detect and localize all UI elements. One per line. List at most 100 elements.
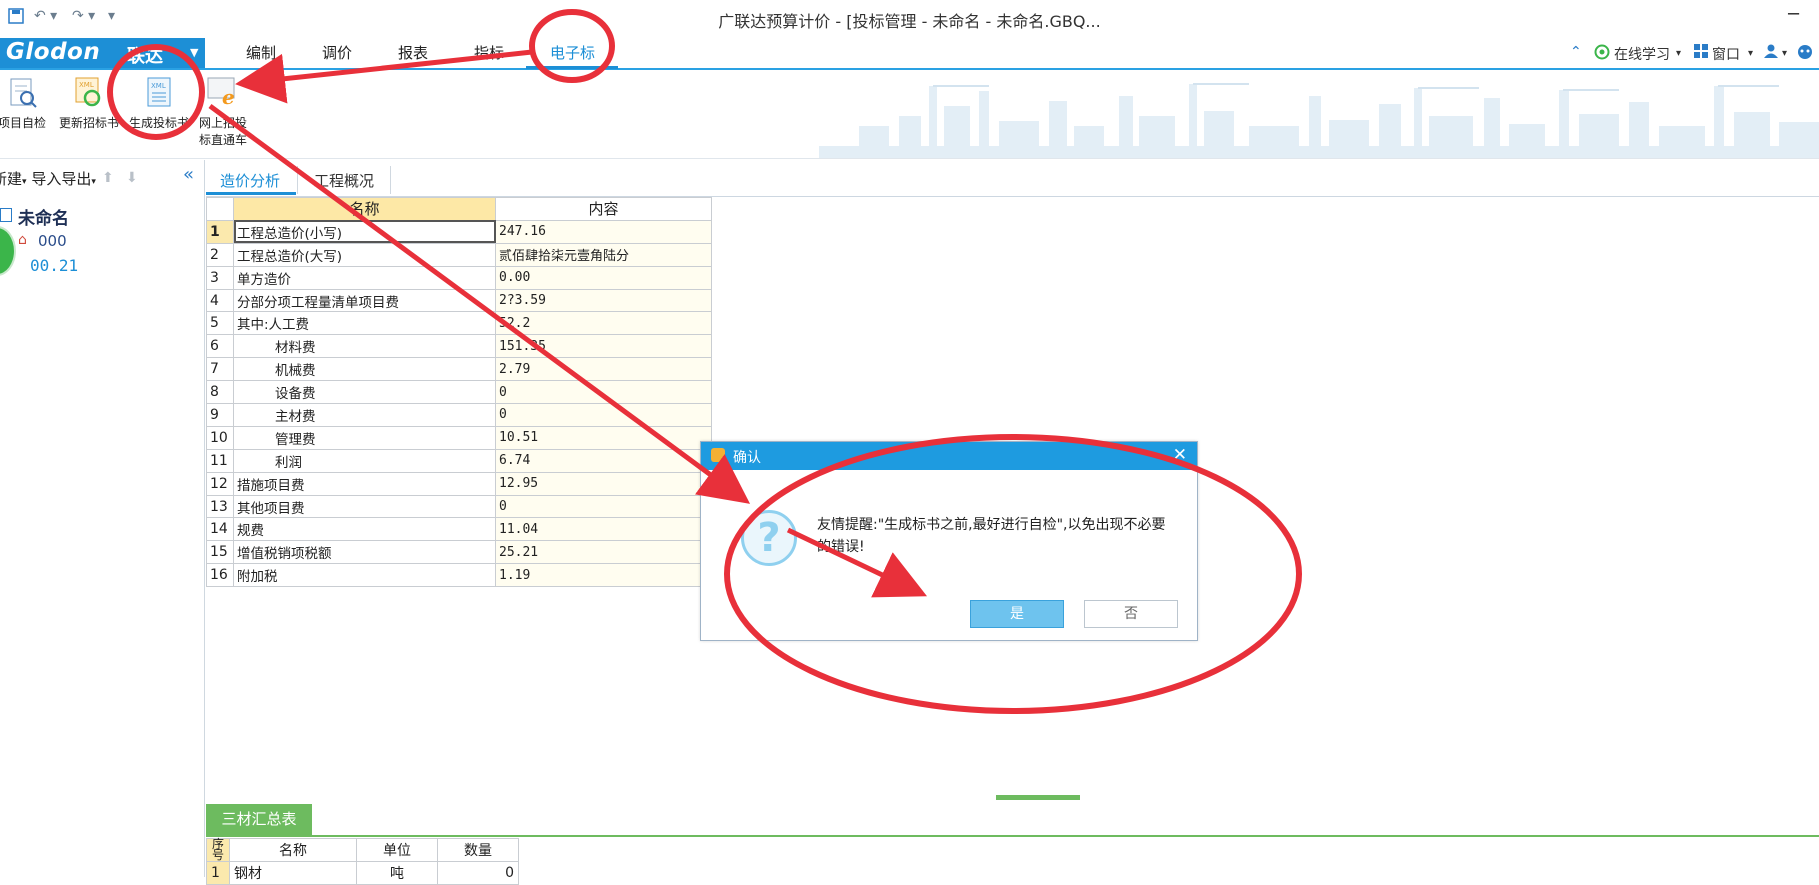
window-dropdown-icon[interactable]: ▾ bbox=[1748, 48, 1753, 59]
cell-content[interactable]: 25.21 bbox=[495, 540, 712, 565]
table-row[interactable]: 14 规费 11.04 bbox=[206, 517, 712, 542]
tree-child-node[interactable]: 000 bbox=[38, 232, 67, 250]
yes-button[interactable]: 是 bbox=[970, 600, 1064, 628]
cell-name[interactable]: 机械费 bbox=[233, 357, 496, 382]
window-menu-button[interactable]: 窗口 bbox=[1712, 44, 1740, 64]
cell-name[interactable]: 材料费 bbox=[233, 334, 496, 359]
table-row[interactable]: 1 钢材 吨 0 bbox=[206, 861, 519, 885]
generate-bid-button[interactable]: XML 生成投标书 bbox=[126, 76, 192, 131]
cell-unit[interactable]: 吨 bbox=[356, 861, 438, 885]
move-up-icon[interactable]: ⬆ bbox=[102, 170, 114, 186]
cell-name[interactable]: 附加税 bbox=[233, 563, 496, 588]
close-icon[interactable]: ✕ bbox=[1173, 445, 1187, 465]
cell-content[interactable]: 12.95 bbox=[495, 471, 712, 496]
import-export-button[interactable]: 导入导出 bbox=[31, 170, 91, 188]
table-row[interactable]: 3 单方造价 0.00 bbox=[206, 265, 712, 290]
cell-content[interactable]: 1.19 bbox=[495, 563, 712, 588]
table-row[interactable]: 6 材料费 151.35 bbox=[206, 334, 712, 359]
move-down-icon[interactable]: ⬇ bbox=[126, 170, 138, 186]
table-row[interactable]: 8 设备费 0 bbox=[206, 380, 712, 405]
cell-name[interactable]: 单方造价 bbox=[233, 265, 496, 290]
cell-content[interactable]: 0 bbox=[495, 380, 712, 405]
column-header-name[interactable]: 名称 bbox=[229, 838, 357, 862]
dialog-title-bar[interactable]: 确认 ✕ bbox=[701, 442, 1197, 470]
column-header-qty[interactable]: 数量 bbox=[437, 838, 519, 862]
cell-content[interactable]: 贰佰肆拾柒元壹角陆分 bbox=[495, 242, 712, 267]
tab-project-overview[interactable]: 工程概况 bbox=[314, 170, 374, 191]
cell-name-text: 增值税销项税额 bbox=[237, 546, 332, 563]
ribbon-label: 生成投标书 bbox=[128, 116, 189, 130]
panel-splitter[interactable] bbox=[996, 795, 1080, 800]
svg-text:e: e bbox=[222, 85, 235, 109]
table-row[interactable]: 5 其中:人工费 52.2 bbox=[206, 311, 712, 336]
cell-content[interactable]: 151.35 bbox=[495, 334, 712, 359]
update-tender-button[interactable]: XML 更新招标书 bbox=[56, 76, 122, 131]
table-row[interactable]: 13 其他项目费 0 bbox=[206, 494, 712, 519]
cell-content[interactable]: 6.74 bbox=[495, 448, 712, 473]
cell-name[interactable]: 工程总造价(大写) bbox=[233, 242, 496, 267]
menu-edit[interactable]: 编制 bbox=[246, 42, 276, 63]
table-row[interactable]: 11 利润 6.74 bbox=[206, 448, 712, 473]
tab-cost-analysis[interactable]: 造价分析 bbox=[220, 170, 280, 191]
table-row[interactable]: 1 工程总造价(小写) 247.16 bbox=[206, 219, 712, 244]
table-row[interactable]: 7 机械费 2.79 bbox=[206, 357, 712, 382]
minimize-button[interactable]: ─ bbox=[1788, 4, 1799, 25]
cell-content[interactable]: 11.04 bbox=[495, 517, 712, 542]
assistant-icon[interactable] bbox=[1796, 44, 1814, 64]
cell-name[interactable]: 钢材 bbox=[229, 861, 357, 885]
cell-content[interactable]: 0.00 bbox=[495, 265, 712, 290]
cell-content[interactable]: 2?3.59 bbox=[495, 288, 712, 313]
cell-name[interactable]: 管理费 bbox=[233, 425, 496, 450]
user-dropdown-icon[interactable]: ▾ bbox=[1782, 48, 1787, 59]
cell-name[interactable]: 工程总造价(小写) bbox=[233, 219, 496, 244]
tree-root-node[interactable]: 未命名 bbox=[18, 204, 69, 229]
row-number: 13 bbox=[206, 494, 234, 519]
table-row[interactable]: 16 附加税 1.19 bbox=[206, 563, 712, 588]
new-dropdown-icon[interactable]: ▾ bbox=[22, 177, 27, 187]
menu-indicators[interactable]: 指标 bbox=[474, 42, 504, 63]
cell-content[interactable]: 52.2 bbox=[495, 311, 712, 336]
menu-electronic-bid[interactable]: 电子标 bbox=[550, 42, 595, 63]
cell-content[interactable]: 0 bbox=[495, 403, 712, 427]
cell-content[interactable]: 247.16 bbox=[495, 219, 712, 244]
online-learning-dropdown-icon[interactable]: ▾ bbox=[1676, 48, 1681, 59]
column-header-seq[interactable]: 序号 bbox=[206, 838, 230, 862]
cell-name[interactable]: 其他项目费 bbox=[233, 494, 496, 519]
new-button[interactable]: 新建 bbox=[0, 170, 22, 188]
cell-name[interactable]: 规费 bbox=[233, 517, 496, 542]
cell-qty[interactable]: 0 bbox=[437, 861, 519, 885]
table-row[interactable]: 2 工程总造价(大写) 贰佰肆拾柒元壹角陆分 bbox=[206, 242, 712, 267]
cell-content[interactable]: 0 bbox=[495, 494, 712, 519]
column-header-content[interactable]: 内容 bbox=[495, 197, 712, 221]
cell-name[interactable]: 增值税销项税额 bbox=[233, 540, 496, 565]
collapse-panel-icon[interactable]: « bbox=[183, 164, 194, 185]
cell-name[interactable]: 措施项目费 bbox=[233, 471, 496, 496]
menu-reports[interactable]: 报表 bbox=[398, 42, 428, 63]
tree-toolbar: 新建▾ 导入导出▾ bbox=[0, 168, 96, 189]
import-export-dropdown-icon[interactable]: ▾ bbox=[91, 177, 96, 187]
cell-name[interactable]: 设备费 bbox=[233, 380, 496, 405]
cell-name[interactable]: 分部分项工程量清单项目费 bbox=[233, 288, 496, 313]
cell-content[interactable]: 2.79 bbox=[495, 357, 712, 382]
cell-name[interactable]: 主材费 bbox=[233, 403, 496, 427]
cell-name-text: 材料费 bbox=[275, 340, 316, 357]
project-self-check-button[interactable]: 项目自检 bbox=[0, 76, 50, 131]
table-row[interactable]: 9 主材费 0 bbox=[206, 403, 712, 427]
cell-name[interactable]: 利润 bbox=[233, 448, 496, 473]
column-header-name[interactable]: 名称 bbox=[233, 197, 496, 221]
tab-materials-summary[interactable]: 三材汇总表 bbox=[206, 804, 312, 835]
menu-adjust-price[interactable]: 调价 bbox=[322, 42, 352, 63]
table-row[interactable]: 12 措施项目费 12.95 bbox=[206, 471, 712, 496]
column-header-unit[interactable]: 单位 bbox=[356, 838, 438, 862]
cell-content[interactable]: 10.51 bbox=[495, 425, 712, 450]
collapse-ribbon-icon[interactable]: ⌃ bbox=[1570, 44, 1582, 60]
table-row[interactable]: 4 分部分项工程量清单项目费 2?3.59 bbox=[206, 288, 712, 313]
no-button[interactable]: 否 bbox=[1084, 600, 1178, 628]
online-bidding-button[interactable]: e 网上招投 标直通车 bbox=[194, 76, 252, 148]
table-row[interactable]: 15 增值税销项税额 25.21 bbox=[206, 540, 712, 565]
table-row[interactable]: 10 管理费 10.51 bbox=[206, 425, 712, 450]
cell-name[interactable]: 其中:人工费 bbox=[233, 311, 496, 336]
user-icon[interactable] bbox=[1764, 44, 1778, 62]
app-logo-menu[interactable]: Glodon 联达 ▼ bbox=[0, 38, 205, 68]
online-learning-button[interactable]: 在线学习 bbox=[1614, 44, 1670, 64]
